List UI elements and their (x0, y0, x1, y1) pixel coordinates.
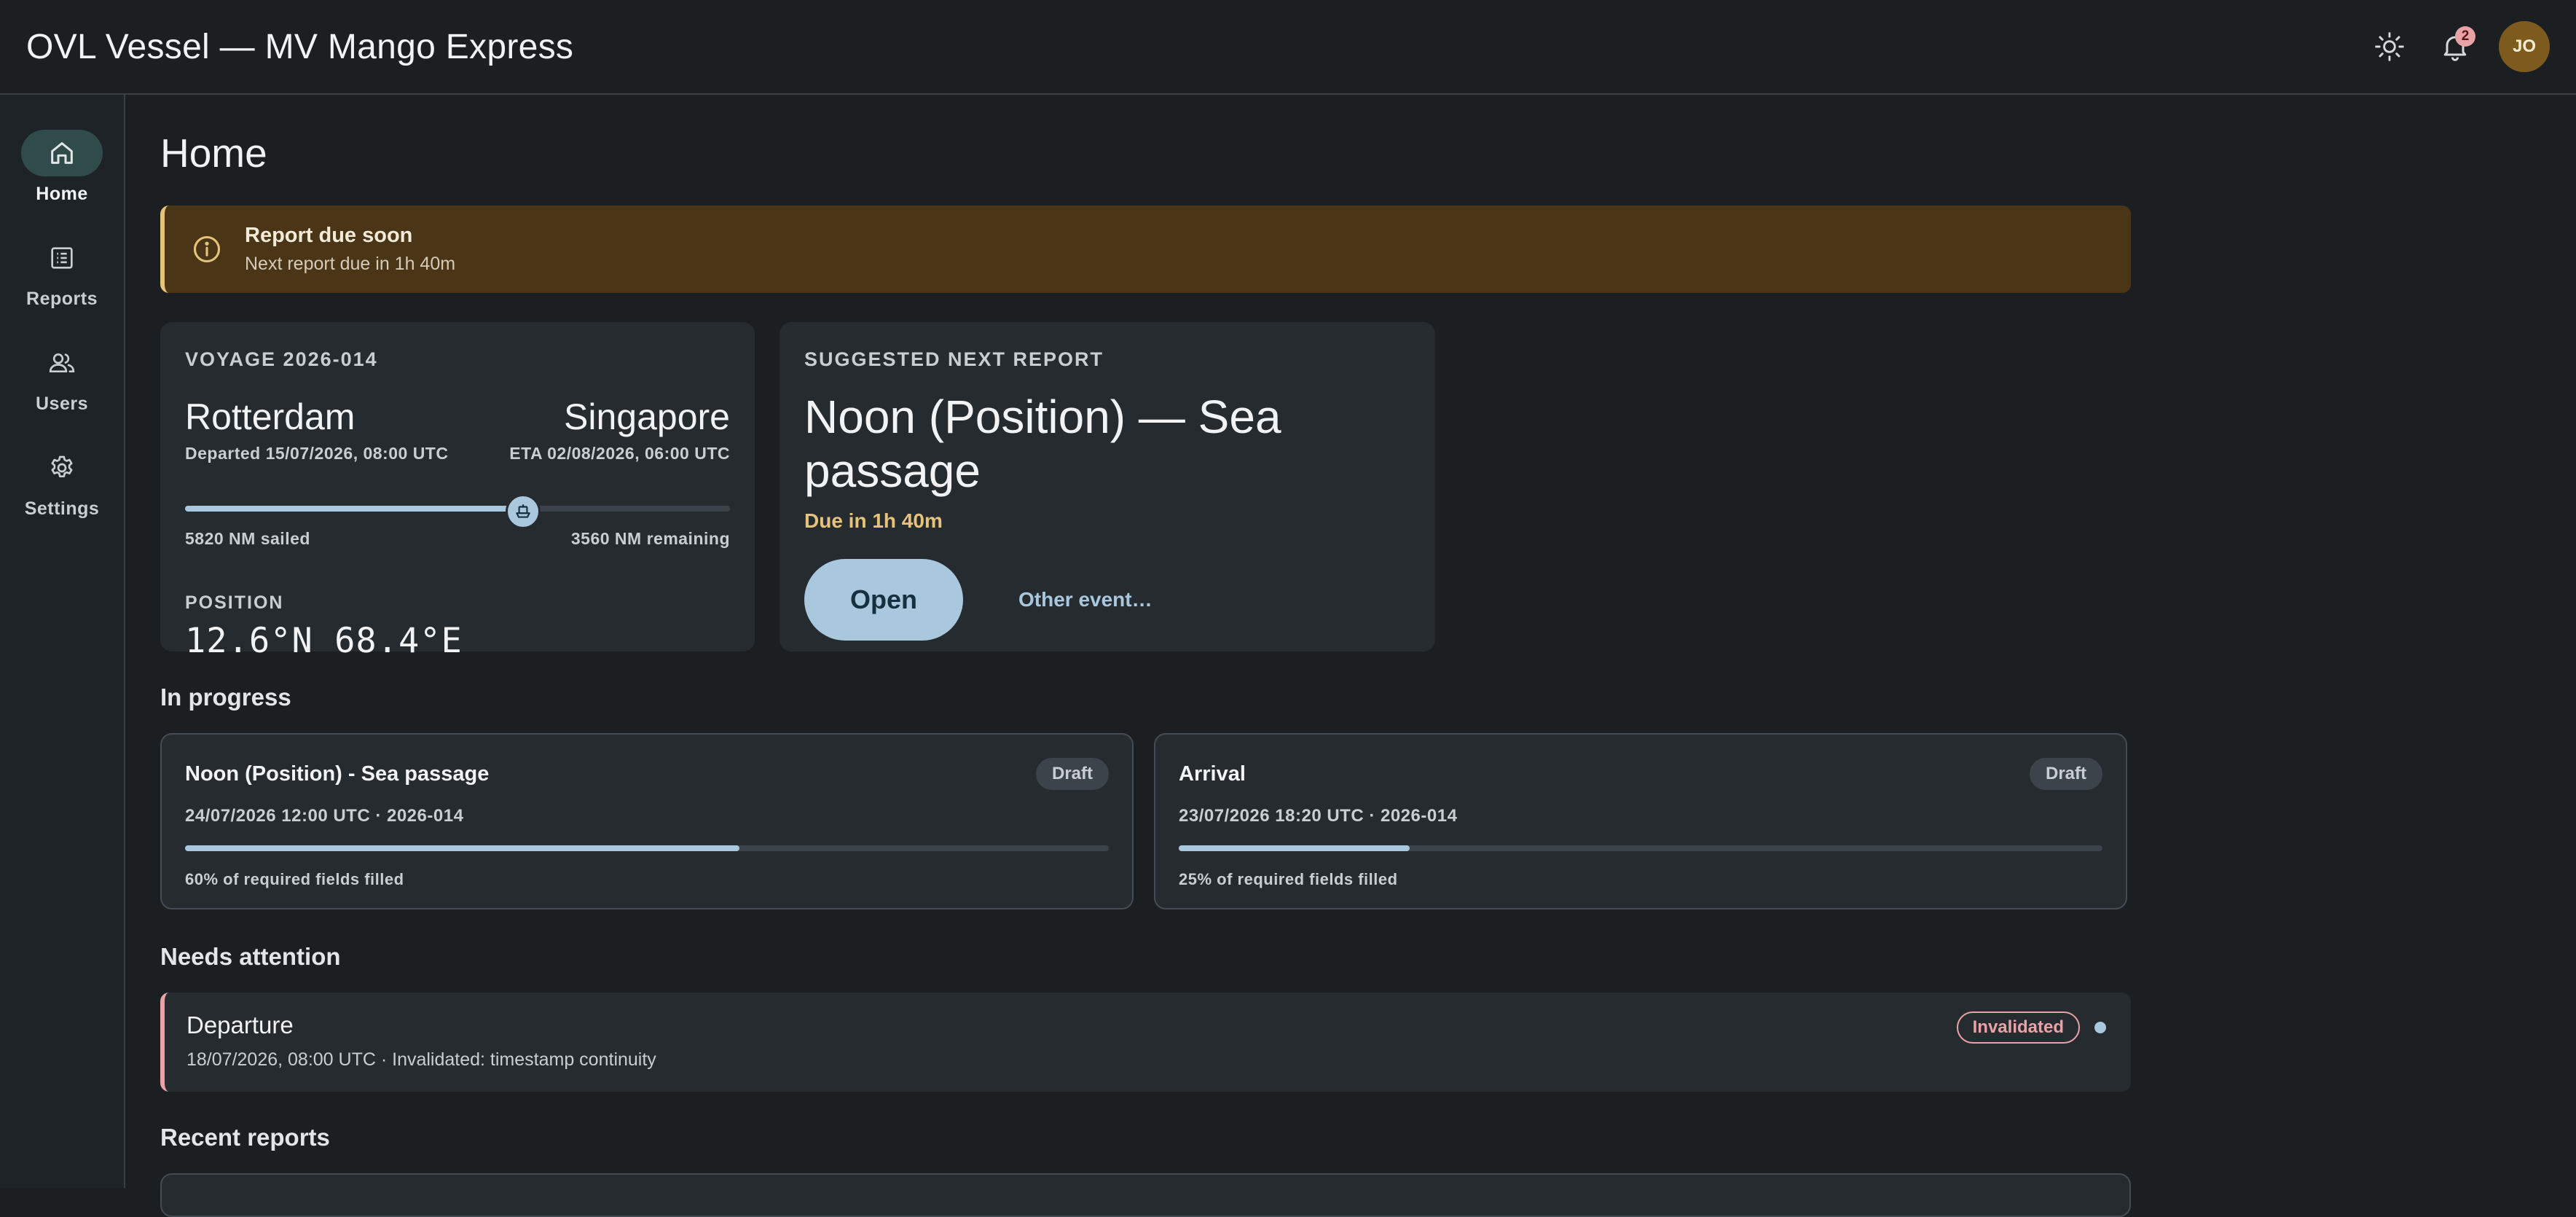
voyage-distance-labels: 5820 NM sailed 3560 NM remaining (185, 529, 730, 549)
attention-item[interactable]: Departure 18/07/2026, 08:00 UTC · Invali… (160, 993, 2131, 1092)
gear-icon (51, 455, 73, 477)
eta-time: ETA 02/08/2026, 06:00 UTC (509, 444, 730, 463)
suggested-report-actions: Open Other event… (804, 559, 1410, 641)
position-label: POSITION (185, 592, 284, 613)
home-icon (51, 142, 73, 164)
sidebar-item-home[interactable]: Home (0, 130, 124, 235)
ship-icon (516, 504, 530, 518)
distance-sailed: 5820 NM sailed (185, 529, 310, 548)
draft-report-meta: 24/07/2026 12:00 UTC · 2026-014 (185, 806, 464, 826)
page-title: Home (160, 130, 267, 176)
completion-progress-bar (185, 845, 1109, 851)
status-badge: Draft (2029, 758, 2102, 790)
attention-title: Departure (186, 1011, 294, 1038)
suggested-report-label: SUGGESTED NEXT REPORT (804, 348, 1104, 370)
voyage-ports: Rotterdam Departed 15/07/2026, 08:00 UTC… (185, 396, 730, 463)
top-app-bar: OVL Vessel — MV Mango Express 2 JO (0, 0, 2576, 95)
info-icon (193, 235, 221, 263)
users-icon (49, 353, 75, 372)
in-progress-card[interactable]: Arrival Draft 23/07/2026 18:20 UTC · 202… (1154, 733, 2127, 909)
in-progress-heading: In progress (160, 684, 291, 711)
open-report-button[interactable]: Open (804, 559, 963, 641)
status-badge: Invalidated (1956, 1011, 2080, 1044)
draft-report-title: Arrival (1179, 762, 1246, 786)
track-fill (185, 506, 523, 512)
suggested-report-title: Noon (Position) — Sea passage (804, 391, 1281, 497)
distance-remaining: 3560 NM remaining (570, 529, 730, 548)
position-value: 12.6°N 68.4°E (185, 621, 463, 661)
theme-toggle-button[interactable] (2368, 25, 2411, 69)
nav-indicator (21, 235, 103, 281)
sidebar-item-settings[interactable]: Settings (0, 445, 124, 549)
navigation-rail: Home Reports Users Settings (0, 95, 125, 1188)
completion-progress-bar (1179, 845, 2102, 851)
suggested-report-due: Due in 1h 40m (804, 509, 943, 532)
completion-text: 25% of required fields filled (1179, 870, 1398, 888)
suggested-report-card: SUGGESTED NEXT REPORT Noon (Position) — … (780, 322, 1435, 651)
notification-count-badge: 2 (2455, 26, 2475, 47)
completion-text: 60% of required fields filled (185, 870, 404, 888)
report-due-banner: Report due soon Next report due in 1h 40… (160, 206, 2131, 293)
notifications-button[interactable]: 2 (2433, 25, 2477, 69)
draft-report-title: Noon (Position) - Sea passage (185, 762, 490, 786)
needs-attention-heading: Needs attention (160, 943, 341, 970)
avatar[interactable]: JO (2499, 21, 2550, 72)
origin-port: Rotterdam (185, 396, 356, 437)
sidebar-item-label: Settings (24, 498, 100, 519)
destination-port: Singapore (564, 396, 730, 437)
top-actions: 2 JO (2368, 21, 2550, 72)
sidebar-item-label: Reports (26, 289, 98, 309)
voyage-label: VOYAGE 2026-014 (185, 348, 378, 370)
status-badge: Draft (1035, 758, 1109, 790)
attention-subtitle: 18/07/2026, 08:00 UTC · Invalidated: tim… (186, 1049, 656, 1070)
recent-reports-heading: Recent reports (160, 1124, 330, 1151)
draft-report-meta: 23/07/2026 18:20 UTC · 2026-014 (1179, 806, 1458, 826)
other-event-link[interactable]: Other event… (1018, 588, 1152, 611)
sidebar-item-users[interactable]: Users (0, 340, 124, 445)
voyage-card: VOYAGE 2026-014 Rotterdam Departed 15/07… (160, 322, 755, 661)
banner-subtitle: Next report due in 1h 40m (245, 254, 456, 274)
recent-reports-list (160, 1173, 2131, 1217)
sidebar-item-reports[interactable]: Reports (0, 235, 124, 340)
unread-dot (2094, 1022, 2106, 1033)
nav-indicator (21, 445, 103, 491)
completion-progress-fill (1179, 845, 1410, 851)
nav-indicator (21, 130, 103, 176)
reports-icon (51, 247, 73, 269)
completion-progress-fill (185, 845, 739, 851)
sidebar-item-label: Users (36, 394, 88, 414)
banner-title: Report due soon (245, 224, 413, 247)
ship-marker (505, 494, 541, 529)
sidebar-item-label: Home (36, 184, 88, 204)
departure-time: Departed 15/07/2026, 08:00 UTC (185, 444, 449, 463)
voyage-progress-track (185, 494, 730, 529)
sun-icon (2375, 32, 2404, 61)
in-progress-card[interactable]: Noon (Position) - Sea passage Draft 24/0… (160, 733, 1134, 909)
app-title: OVL Vessel — MV Mango Express (26, 27, 574, 66)
nav-indicator (21, 340, 103, 386)
